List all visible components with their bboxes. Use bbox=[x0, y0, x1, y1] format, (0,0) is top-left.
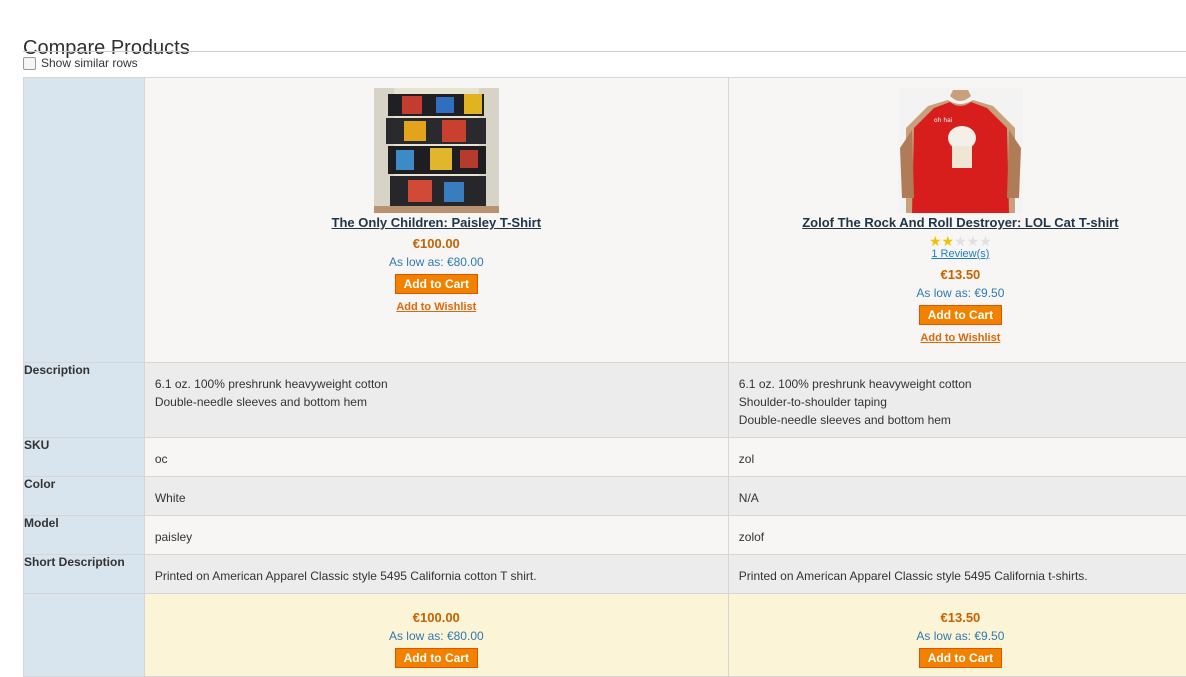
description-line: Double-needle sleeves and bottom hem bbox=[739, 411, 1182, 429]
description-cell-2: 6.1 oz. 100% preshrunk heavyweight cotto… bbox=[728, 363, 1186, 438]
description-cell-1: 6.1 oz. 100% preshrunk heavyweight cotto… bbox=[144, 363, 728, 438]
model-cell-1: paisley bbox=[144, 516, 728, 555]
product-cell-1: The Only Children: Paisley T-Shirt €100.… bbox=[144, 78, 728, 363]
reviews-link[interactable]: 1 Review(s) bbox=[729, 248, 1186, 261]
description-line: 6.1 oz. 100% preshrunk heavyweight cotto… bbox=[739, 375, 1182, 393]
star-empty-icon: ★ bbox=[954, 233, 967, 249]
show-similar-rows-toggle[interactable]: Show similar rows bbox=[23, 56, 138, 70]
product-name-link[interactable]: The Only Children: Paisley T-Shirt bbox=[332, 215, 542, 230]
short-description-cell-1: Printed on American Apparel Classic styl… bbox=[144, 555, 728, 594]
sku-row: SKU oc zol bbox=[24, 438, 1186, 477]
model-value: paisley bbox=[145, 516, 728, 546]
empty-label-cell bbox=[24, 594, 145, 677]
add-to-cart-button[interactable]: Add to Cart bbox=[395, 274, 478, 294]
sku-label: SKU bbox=[24, 438, 145, 477]
product-price: €13.50 bbox=[729, 267, 1186, 282]
add-to-cart-button[interactable]: Add to Cart bbox=[919, 305, 1002, 325]
star-empty-icon: ★ bbox=[979, 233, 992, 249]
color-cell-1: White bbox=[144, 477, 728, 516]
color-value: N/A bbox=[729, 477, 1186, 507]
description-line: 6.1 oz. 100% preshrunk heavyweight cotto… bbox=[155, 375, 718, 393]
product-price: €100.00 bbox=[145, 610, 728, 625]
product-price: €13.50 bbox=[729, 610, 1186, 625]
short-description-label: Short Description bbox=[24, 555, 145, 594]
as-low-as-price: As low as: €80.00 bbox=[145, 255, 728, 269]
sku-cell-2: zol bbox=[728, 438, 1186, 477]
sku-value: oc bbox=[145, 438, 728, 468]
title-divider bbox=[23, 51, 1186, 52]
description-row: Description 6.1 oz. 100% preshrunk heavy… bbox=[24, 363, 1186, 438]
model-cell-2: zolof bbox=[728, 516, 1186, 555]
rating-stars: ★★★★★ bbox=[729, 234, 1186, 248]
short-description-value: Printed on American Apparel Classic styl… bbox=[145, 555, 728, 585]
add-to-cart-button[interactable]: Add to Cart bbox=[919, 648, 1002, 668]
short-description-row: Short Description Printed on American Ap… bbox=[24, 555, 1186, 594]
svg-text:oh hai: oh hai bbox=[934, 117, 953, 124]
add-to-cart-button[interactable]: Add to Cart bbox=[395, 648, 478, 668]
product-image-paisley[interactable] bbox=[374, 88, 499, 213]
empty-label-cell bbox=[24, 78, 145, 363]
color-cell-2: N/A bbox=[728, 477, 1186, 516]
color-value: White bbox=[145, 477, 728, 507]
product-image-lolcat[interactable]: oh hai bbox=[898, 88, 1023, 213]
as-low-as-price: As low as: €9.50 bbox=[729, 286, 1186, 300]
sku-cell-1: oc bbox=[144, 438, 728, 477]
product-name-link[interactable]: Zolof The Rock And Roll Destroyer: LOL C… bbox=[802, 215, 1118, 230]
as-low-as-price: As low as: €9.50 bbox=[729, 629, 1186, 643]
sku-value: zol bbox=[729, 438, 1186, 468]
model-row: Model paisley zolof bbox=[24, 516, 1186, 555]
color-label: Color bbox=[24, 477, 145, 516]
description-label: Description bbox=[24, 363, 145, 438]
product-row: The Only Children: Paisley T-Shirt €100.… bbox=[24, 78, 1186, 363]
description-line: Shoulder-to-shoulder taping bbox=[739, 393, 1182, 411]
product-cell-2: oh hai Zolof The Rock And Roll Destroyer… bbox=[728, 78, 1186, 363]
star-filled-icon: ★ bbox=[929, 233, 942, 249]
color-row: Color White N/A bbox=[24, 477, 1186, 516]
short-description-value: Printed on American Apparel Classic styl… bbox=[729, 555, 1186, 585]
show-similar-label: Show similar rows bbox=[41, 56, 138, 70]
star-empty-icon: ★ bbox=[967, 233, 980, 249]
footer-price-row: €100.00 As low as: €80.00 Add to Cart €1… bbox=[24, 594, 1186, 677]
footer-cell-2: €13.50 As low as: €9.50 Add to Cart bbox=[728, 594, 1186, 677]
add-to-wishlist-link[interactable]: Add to Wishlist bbox=[145, 301, 728, 313]
as-low-as-price: As low as: €80.00 bbox=[145, 629, 728, 643]
star-filled-icon: ★ bbox=[942, 233, 955, 249]
show-similar-checkbox[interactable] bbox=[23, 57, 36, 70]
description-line: Double-needle sleeves and bottom hem bbox=[155, 393, 718, 411]
model-value: zolof bbox=[729, 516, 1186, 546]
product-price: €100.00 bbox=[145, 236, 728, 251]
footer-cell-1: €100.00 As low as: €80.00 Add to Cart bbox=[144, 594, 728, 677]
add-to-wishlist-link[interactable]: Add to Wishlist bbox=[729, 332, 1186, 344]
short-description-cell-2: Printed on American Apparel Classic styl… bbox=[728, 555, 1186, 594]
compare-table: The Only Children: Paisley T-Shirt €100.… bbox=[23, 77, 1186, 677]
model-label: Model bbox=[24, 516, 145, 555]
